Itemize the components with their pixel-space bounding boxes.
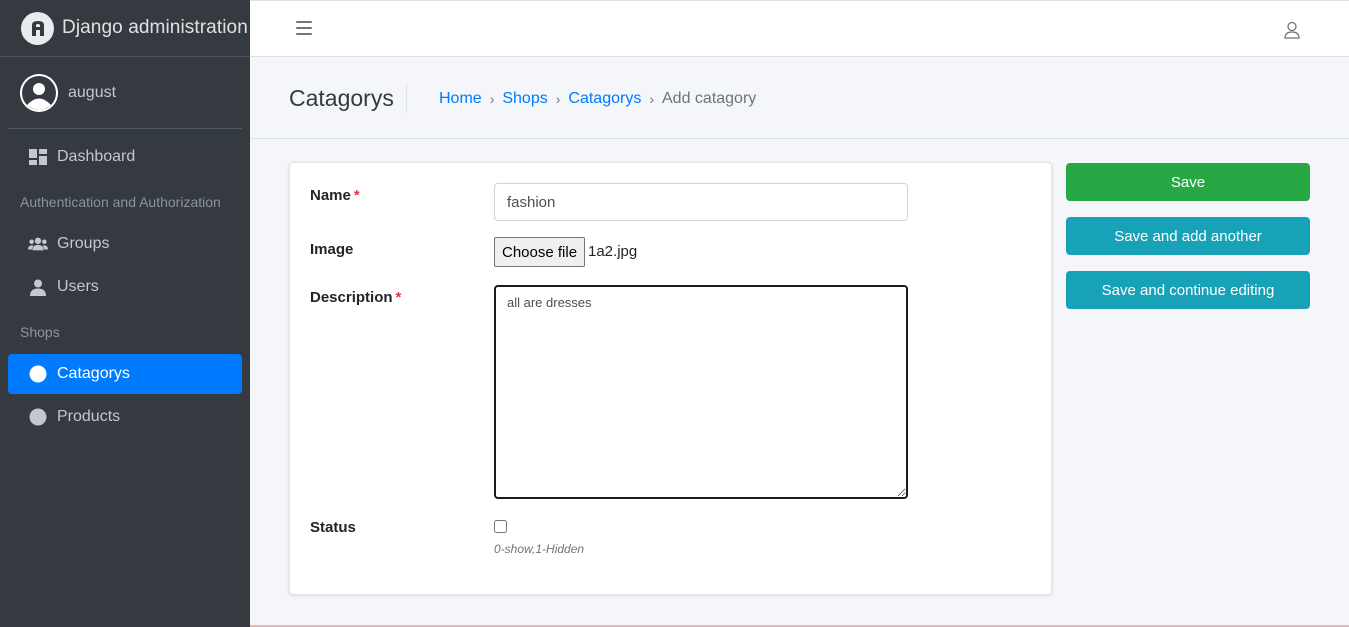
sidebar-item-label: Catagorys	[57, 365, 130, 382]
save-and-continue-button[interactable]: Save and continue editing	[1066, 271, 1310, 309]
top-navbar	[250, 0, 1349, 57]
django-logo-icon	[21, 11, 54, 45]
sidebar-item-label: Users	[57, 278, 99, 295]
user-icon	[28, 277, 48, 297]
breadcrumb-separator: ›	[555, 91, 561, 107]
menu-toggle-icon[interactable]	[296, 21, 312, 35]
sidebar-item-label: Groups	[57, 235, 110, 252]
user-panel: august	[8, 57, 242, 129]
description-textarea[interactable]: all are dresses	[494, 285, 908, 499]
sidebar-item-label: Products	[57, 408, 121, 425]
choose-file-button[interactable]: Choose file	[494, 237, 586, 267]
breadcrumb-separator: ›	[489, 91, 495, 107]
description-label-text: Description	[310, 289, 393, 306]
breadcrumb: Home › Shops › Catagorys › Add catagory	[439, 90, 756, 108]
name-input[interactable]	[494, 183, 908, 221]
name-label-text: Name	[310, 187, 351, 204]
sidebar-item-groups[interactable]: Groups	[8, 224, 242, 264]
sidebar-item-catagorys[interactable]: Catagorys	[8, 354, 242, 394]
brand-link[interactable]: Django administration	[0, 0, 250, 57]
name-label: Name *	[310, 187, 360, 204]
save-and-add-another-button[interactable]: Save and add another	[1066, 217, 1310, 255]
required-mark: *	[395, 289, 402, 306]
user-avatar-icon	[20, 73, 58, 112]
brand-title: Django administration	[62, 17, 248, 38]
required-mark: *	[353, 187, 360, 204]
breadcrumb-separator: ›	[649, 91, 654, 107]
status-checkbox[interactable]	[494, 520, 507, 533]
page-title: Catagorys	[289, 85, 394, 111]
breadcrumb-home[interactable]: Home	[439, 90, 482, 108]
sidebar-item-dashboard[interactable]: Dashboard	[8, 137, 242, 177]
description-label: Description *	[310, 289, 401, 306]
sidebar-item-users[interactable]: Users	[8, 267, 242, 307]
status-label: Status	[310, 519, 356, 536]
circle-icon	[28, 364, 48, 384]
user-name[interactable]: august	[68, 84, 116, 102]
sidebar-section-header: Authentication and Authorization	[20, 194, 221, 210]
breadcrumb-shops[interactable]: Shops	[502, 90, 547, 108]
sidebar: Django administration august Dashboard A…	[0, 0, 250, 627]
file-name: 1a2.jpg	[588, 243, 638, 260]
circle-icon	[28, 407, 48, 427]
sidebar-section-header: Shops	[20, 324, 60, 340]
breadcrumb-catagorys[interactable]: Catagorys	[568, 90, 641, 108]
dashboard-icon	[28, 147, 48, 167]
users-group-icon	[28, 234, 48, 254]
form-card: Name* Image Choose file 1a2.jpg Descript…	[289, 162, 1052, 595]
content-header: Catagorys Home › Shops › Catagorys › Add…	[250, 57, 1349, 139]
breadcrumb-current: Add catagory	[662, 90, 757, 107]
sidebar-item-label: Dashboard	[57, 148, 136, 165]
save-button[interactable]: Save	[1066, 163, 1310, 201]
divider	[406, 84, 407, 113]
sidebar-nav: Dashboard Authentication and Authorizati…	[0, 129, 250, 437]
sidebar-item-products[interactable]: Products	[8, 397, 242, 437]
user-menu-icon[interactable]	[1283, 21, 1301, 39]
image-label: Image	[310, 241, 354, 258]
status-help-text: 0-show,1-Hidden	[494, 542, 585, 556]
